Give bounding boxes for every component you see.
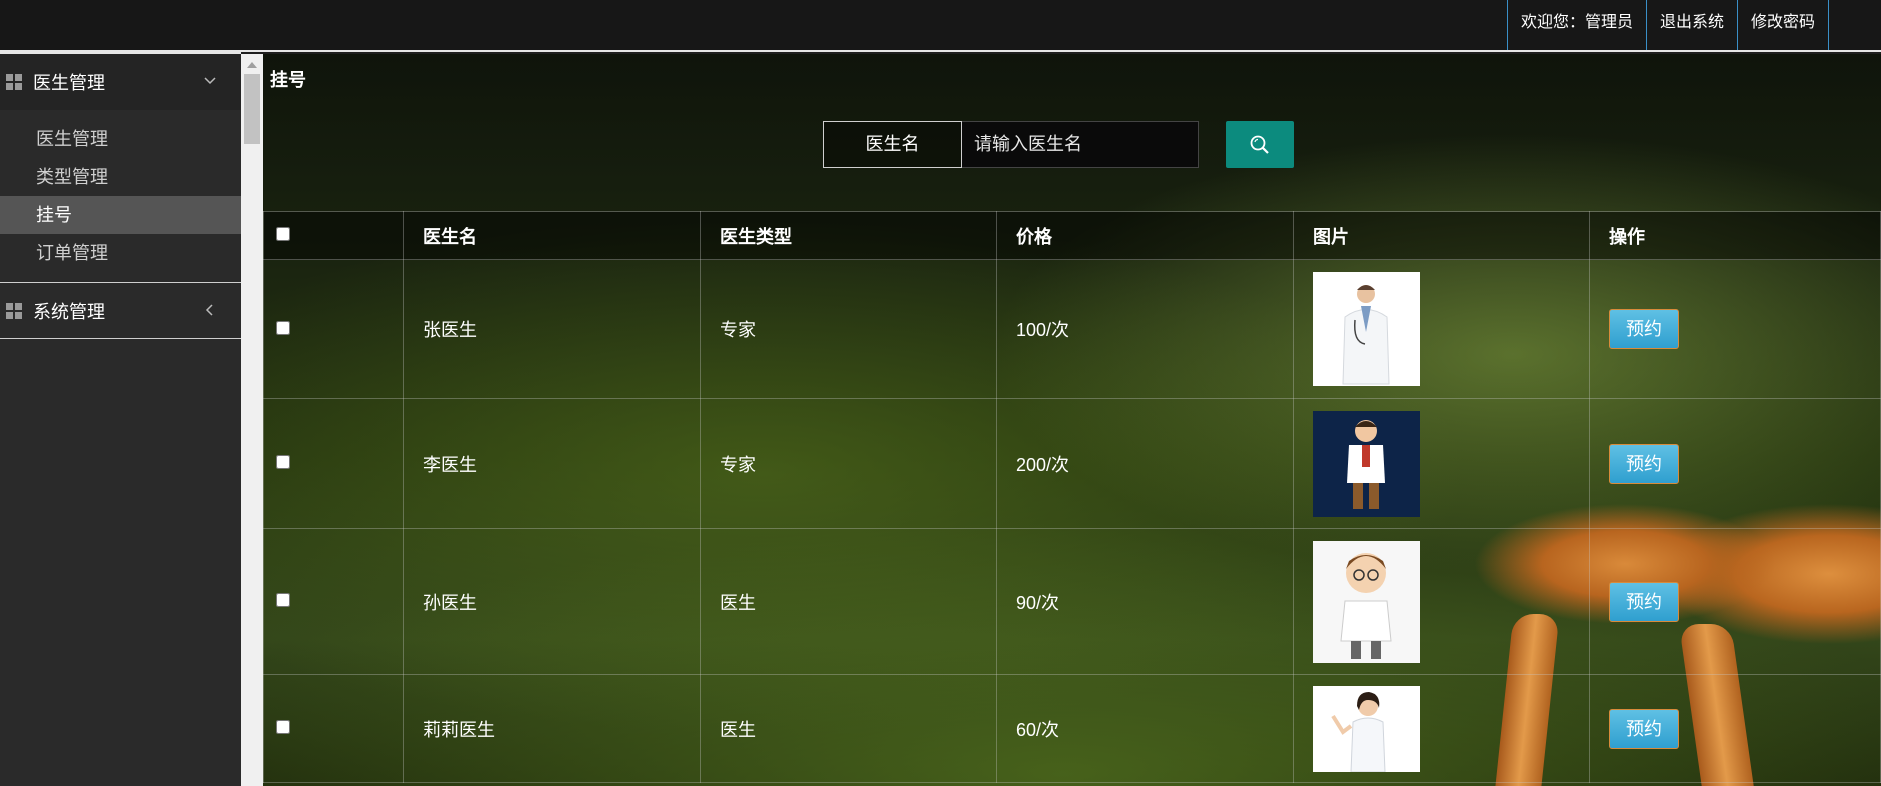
sidebar-item-doctor-management[interactable]: 医生管理 bbox=[0, 120, 241, 158]
top-bar: 欢迎您：管理员 退出系统 修改密码 bbox=[0, 0, 1881, 52]
book-button[interactable]: 预约 bbox=[1609, 581, 1679, 622]
table-row: 李医生 专家 200/次 预约 bbox=[263, 398, 1881, 529]
doctor-name-cell: 张医生 bbox=[403, 259, 701, 399]
column-header-image: 图片 bbox=[1293, 211, 1590, 260]
grid-icon bbox=[6, 74, 23, 90]
doctor-photo bbox=[1313, 272, 1420, 386]
sidebar-item-type-management[interactable]: 类型管理 bbox=[0, 158, 241, 196]
doctor-photo bbox=[1313, 685, 1420, 772]
doctor-type-cell: 医生 bbox=[700, 674, 997, 783]
vertical-scrollbar[interactable] bbox=[241, 54, 263, 786]
chevron-down-icon bbox=[204, 77, 216, 85]
sidebar-menu-label: 医生管理 bbox=[33, 73, 105, 93]
column-header-doctor-type: 医生类型 bbox=[700, 211, 997, 260]
row-checkbox-cell bbox=[263, 259, 404, 399]
doctor-photo bbox=[1313, 540, 1420, 663]
row-checkbox[interactable] bbox=[276, 720, 290, 734]
action-cell: 预约 bbox=[1589, 259, 1881, 399]
grid-icon bbox=[6, 302, 23, 319]
select-all-cell bbox=[263, 211, 404, 260]
search-input[interactable] bbox=[962, 121, 1199, 168]
row-checkbox-cell bbox=[263, 398, 404, 529]
column-header-doctor-name: 医生名 bbox=[403, 211, 701, 260]
price-cell: 90/次 bbox=[996, 528, 1294, 675]
welcome-text: 欢迎您：管理员 bbox=[1506, 0, 1646, 50]
page-title: 挂号 bbox=[270, 70, 306, 90]
sidebar: 医生管理 医生管理 类型管理 挂号 订单管理 系统管理 bbox=[0, 52, 241, 786]
column-header-action: 操作 bbox=[1589, 211, 1881, 260]
select-all-checkbox[interactable] bbox=[276, 227, 290, 241]
sidebar-item-order-management[interactable]: 订单管理 bbox=[0, 234, 241, 272]
doctor-name-cell: 孙医生 bbox=[403, 528, 701, 675]
doctor-table: 医生名 医生类型 价格 图片 操作 张医生 专家 100/次 预约 李医生 专家… bbox=[263, 211, 1881, 783]
column-header-price: 价格 bbox=[996, 211, 1294, 260]
price-cell: 200/次 bbox=[996, 398, 1294, 529]
search-button[interactable] bbox=[1226, 121, 1294, 168]
action-cell: 预约 bbox=[1589, 398, 1881, 529]
row-checkbox[interactable] bbox=[276, 593, 290, 607]
search-icon bbox=[1250, 135, 1269, 154]
book-button[interactable]: 预约 bbox=[1609, 443, 1679, 484]
image-cell bbox=[1293, 259, 1590, 399]
row-checkbox-cell bbox=[263, 674, 404, 783]
row-checkbox-cell bbox=[263, 528, 404, 675]
doctor-type-cell: 专家 bbox=[700, 398, 997, 529]
price-cell: 60/次 bbox=[996, 674, 1294, 783]
table-row: 张医生 专家 100/次 预约 bbox=[263, 259, 1881, 399]
chevron-left-icon bbox=[205, 304, 213, 316]
doctor-name-cell: 莉莉医生 bbox=[403, 674, 701, 783]
book-button[interactable]: 预约 bbox=[1609, 309, 1679, 349]
image-cell bbox=[1293, 398, 1590, 529]
scrollbar-thumb[interactable] bbox=[244, 74, 260, 144]
search-bar: 医生名 bbox=[823, 121, 1294, 168]
table-row: 莉莉医生 医生 60/次 预约 bbox=[263, 674, 1881, 783]
row-checkbox[interactable] bbox=[276, 320, 290, 335]
logout-link[interactable]: 退出系统 bbox=[1645, 0, 1737, 50]
sidebar-menu-system-management[interactable]: 系统管理 bbox=[0, 283, 241, 339]
action-cell: 预约 bbox=[1589, 528, 1881, 675]
sidebar-submenu: 医生管理 类型管理 挂号 订单管理 bbox=[0, 110, 241, 283]
price-cell: 100/次 bbox=[996, 259, 1294, 399]
doctor-type-cell: 专家 bbox=[700, 259, 997, 399]
main-content: 挂号 医生名 医生名 医生类型 价格 图片 操作 bbox=[263, 54, 1881, 786]
scroll-up-arrow-icon[interactable] bbox=[247, 62, 257, 68]
image-cell bbox=[1293, 528, 1590, 675]
change-password-link[interactable]: 修改密码 bbox=[1736, 0, 1829, 50]
table-header-row: 医生名 医生类型 价格 图片 操作 bbox=[263, 211, 1881, 260]
sidebar-menu-doctor-management[interactable]: 医生管理 bbox=[0, 54, 241, 110]
doctor-photo bbox=[1313, 410, 1420, 517]
top-links: 欢迎您：管理员 退出系统 修改密码 bbox=[1506, 0, 1829, 50]
sidebar-menu-label: 系统管理 bbox=[33, 301, 105, 322]
doctor-name-cell: 李医生 bbox=[403, 398, 701, 529]
doctor-type-cell: 医生 bbox=[700, 528, 997, 675]
table-row: 孙医生 医生 90/次 预约 bbox=[263, 528, 1881, 675]
image-cell bbox=[1293, 674, 1590, 783]
book-button[interactable]: 预约 bbox=[1609, 708, 1679, 749]
action-cell: 预约 bbox=[1589, 674, 1881, 783]
row-checkbox[interactable] bbox=[276, 455, 290, 469]
search-label: 医生名 bbox=[823, 121, 962, 168]
sidebar-item-registration[interactable]: 挂号 bbox=[0, 196, 241, 234]
